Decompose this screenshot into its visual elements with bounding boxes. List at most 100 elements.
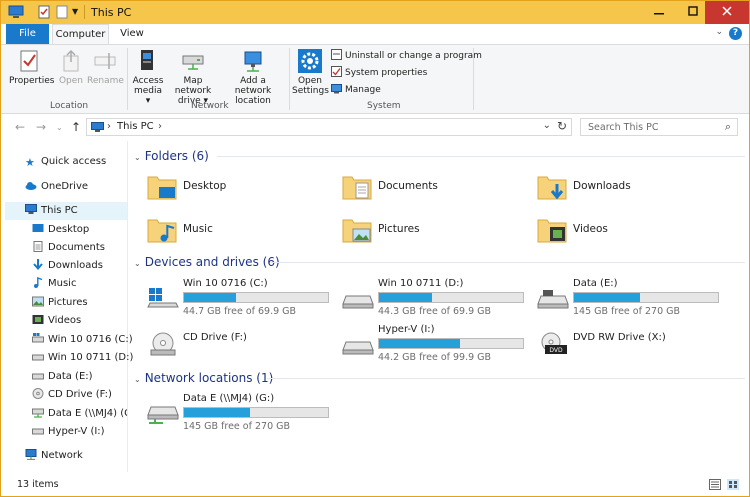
- tab-computer[interactable]: Computer: [52, 24, 109, 45]
- properties-button[interactable]: Properties: [9, 48, 54, 86]
- recent-locations-icon[interactable]: ⌄: [56, 123, 63, 132]
- uninstall-program-button[interactable]: Uninstall or change a program: [331, 49, 482, 63]
- computer-icon[interactable]: [8, 5, 24, 19]
- nav-item-this-pc[interactable]: This PC: [5, 202, 127, 220]
- drive-tile-dvd[interactable]: DVD DVD RW Drive (X:): [533, 324, 728, 368]
- nav-item-drive-d[interactable]: Win 10 0711 (D:): [32, 349, 133, 367]
- tab-view[interactable]: View: [112, 24, 152, 44]
- rename-icon: [94, 53, 116, 69]
- ribbon-separator: [289, 48, 290, 110]
- details-view-icon[interactable]: [709, 479, 721, 490]
- access-media-label-2: media: [133, 86, 163, 96]
- drive-usage-fill: [184, 408, 251, 417]
- help-button[interactable]: ?: [729, 27, 742, 40]
- collapse-caret-icon[interactable]: ⌄: [134, 153, 141, 162]
- search-icon[interactable]: ⌕: [725, 120, 731, 134]
- add-network-location-button[interactable]: Add a network location: [223, 48, 283, 106]
- address-dropdown-icon[interactable]: ⌄: [543, 120, 551, 131]
- new-folder-quick-icon[interactable]: [56, 5, 68, 19]
- nav-item-drive-c[interactable]: Win 10 0716 (C:): [32, 331, 133, 349]
- nav-item-network[interactable]: Network: [25, 447, 83, 465]
- uninstall-icon: [331, 49, 342, 60]
- nav-label: Quick access: [41, 156, 107, 167]
- drive-tile-e[interactable]: Data (E:) 145 GB free of 270 GB: [533, 278, 728, 322]
- nav-item-network-drive-g[interactable]: Data E (\\MJ4) (G:): [32, 405, 127, 423]
- nav-label: Documents: [48, 242, 106, 253]
- nav-item-quick-access[interactable]: ★ Quick access: [25, 153, 106, 171]
- folder-tile-pictures[interactable]: Pictures: [338, 211, 533, 253]
- nav-item-desktop[interactable]: Desktop: [32, 221, 89, 239]
- folder-tile-downloads[interactable]: Downloads: [533, 168, 728, 210]
- section-divider: [267, 378, 745, 379]
- nav-item-videos[interactable]: Videos: [32, 312, 81, 330]
- nav-item-documents[interactable]: Documents: [32, 239, 105, 257]
- nav-item-onedrive[interactable]: OneDrive: [25, 178, 88, 196]
- properties-quick-icon[interactable]: [38, 5, 50, 19]
- system-properties-button[interactable]: System properties: [331, 66, 427, 80]
- folder-tile-documents[interactable]: Documents: [338, 168, 533, 210]
- drive-tile-cd[interactable]: CD Drive (F:): [143, 324, 338, 368]
- nav-item-cd-drive[interactable]: CD Drive (F:): [32, 386, 112, 404]
- drive-tile-i[interactable]: Hyper-V (I:) 44.2 GB free of 99.9 GB: [338, 324, 533, 368]
- dropdown-arrow-icon: ▾: [145, 96, 151, 106]
- nav-item-downloads[interactable]: Downloads: [32, 257, 103, 275]
- section-header-folders[interactable]: ⌄ Folders (6): [134, 149, 209, 163]
- open-button[interactable]: Open: [55, 48, 87, 86]
- drive-free-space: 44.2 GB free of 99.9 GB: [378, 352, 492, 363]
- rename-button[interactable]: Rename: [87, 48, 124, 86]
- section-header-devices[interactable]: ⌄ Devices and drives (6): [134, 255, 280, 269]
- collapse-caret-icon[interactable]: ⌄: [134, 375, 141, 384]
- map-network-drive-button[interactable]: Map network drive ▾: [165, 48, 221, 106]
- nav-item-drive-i[interactable]: Hyper-V (I:): [32, 423, 105, 441]
- refresh-icon[interactable]: ↻: [557, 119, 567, 133]
- collapse-ribbon-icon[interactable]: ⌄: [715, 27, 723, 37]
- access-media-button[interactable]: Access media ▾: [131, 48, 165, 106]
- nav-label: Data E (\\MJ4) (G:): [48, 408, 127, 419]
- up-arrow-icon[interactable]: ↑: [71, 120, 81, 134]
- open-settings-button[interactable]: Open Settings: [292, 48, 329, 96]
- music-icon: [34, 277, 43, 288]
- breadcrumb-chevron-icon[interactable]: ›: [107, 121, 111, 132]
- collapse-caret-icon[interactable]: ⌄: [134, 259, 141, 268]
- add-network-location-label-2: location: [235, 96, 271, 106]
- customize-quick-access-icon[interactable]: ▼: [72, 7, 78, 21]
- network-location-icon: [244, 51, 262, 72]
- window-title: This PC: [91, 6, 132, 19]
- manage-button[interactable]: Manage: [331, 83, 381, 97]
- open-settings-label-1: Open: [297, 76, 323, 86]
- open-label: Open: [58, 76, 84, 86]
- media-server-icon: [141, 50, 153, 70]
- drive-tile-c[interactable]: Win 10 0716 (C:) 44.7 GB free of 69.9 GB: [143, 278, 338, 322]
- group-label-location: Location: [50, 101, 89, 111]
- drive-icon: [537, 290, 569, 309]
- nav-label: Win 10 0711 (D:): [48, 352, 134, 363]
- search-box[interactable]: Search This PC ⌕: [580, 118, 738, 136]
- folder-tile-videos[interactable]: Videos: [533, 211, 728, 253]
- address-bar[interactable]: › This PC › ⌄ ↻: [86, 118, 572, 136]
- section-header-network[interactable]: ⌄ Network locations (1): [134, 371, 273, 385]
- folder-tile-music[interactable]: Music: [143, 211, 338, 253]
- nav-item-drive-e[interactable]: Data (E:): [32, 368, 93, 386]
- breadcrumb-this-pc[interactable]: This PC: [117, 121, 154, 132]
- breadcrumb-chevron-icon[interactable]: ›: [158, 121, 162, 132]
- network-drive-tile-g[interactable]: Data E (\\MJ4) (G:) 145 GB free of 270 G…: [143, 393, 338, 437]
- group-label-system: System: [367, 101, 401, 111]
- forward-arrow-icon[interactable]: →: [36, 120, 46, 134]
- drive-tile-d[interactable]: Win 10 0711 (D:) 44.3 GB free of 69.9 GB: [338, 278, 533, 322]
- maximize-icon: [688, 6, 698, 16]
- nav-item-music[interactable]: Music: [32, 275, 76, 293]
- divider: [84, 5, 85, 19]
- large-icons-view-icon[interactable]: [727, 479, 739, 490]
- folder-name: Documents: [378, 180, 438, 192]
- tab-file[interactable]: File: [6, 24, 49, 44]
- nav-label: Win 10 0716 (C:): [48, 334, 133, 345]
- close-icon: [722, 6, 732, 16]
- nav-item-pictures[interactable]: Pictures: [32, 294, 88, 312]
- back-arrow-icon[interactable]: ←: [15, 120, 25, 134]
- access-media-label-1: Access: [132, 76, 164, 86]
- folder-tile-desktop[interactable]: Desktop: [143, 168, 338, 210]
- network-drive-icon: [32, 408, 44, 418]
- folder-name: Pictures: [378, 223, 420, 235]
- close-button[interactable]: [705, 1, 749, 24]
- minimize-button[interactable]: [642, 1, 676, 24]
